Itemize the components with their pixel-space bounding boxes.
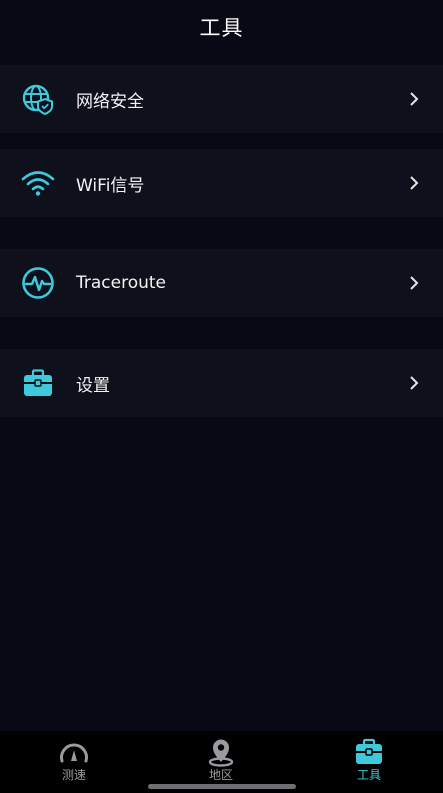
globe-shield-icon xyxy=(20,81,56,117)
tab-tools[interactable]: 工具 xyxy=(329,737,409,783)
tab-speed-test-label: 测速 xyxy=(61,768,86,782)
toolbox-icon xyxy=(20,365,56,401)
tab-tools-label: 工具 xyxy=(356,768,381,782)
pulse-icon xyxy=(20,265,56,301)
wifi-signal-row[interactable]: WiFi信号 xyxy=(0,149,443,217)
chevron-right-icon xyxy=(407,176,421,190)
location-pin-icon xyxy=(208,739,234,767)
network-security-row[interactable]: 网络安全 xyxy=(0,65,443,133)
chevron-right-icon xyxy=(407,276,421,290)
tools-screen: 工具 网络安全 WiFi信号 Traceroute 设置 测速 地区 工具 xyxy=(0,0,443,793)
traceroute-row[interactable]: Traceroute xyxy=(0,249,443,317)
traceroute-label: Traceroute xyxy=(76,273,167,293)
settings-row[interactable]: 设置 xyxy=(0,349,443,417)
wifi-signal-label: WiFi信号 xyxy=(76,175,145,196)
network-security-label: 网络安全 xyxy=(76,91,144,112)
tab-bar: 测速 地区 工具 xyxy=(0,731,443,793)
tab-region-label: 地区 xyxy=(208,768,233,782)
settings-label: 设置 xyxy=(76,375,110,396)
wifi-icon xyxy=(20,165,56,201)
chevron-right-icon xyxy=(407,376,421,390)
toolbox-icon xyxy=(356,738,382,764)
chevron-right-icon xyxy=(407,92,421,106)
page-title: 工具 xyxy=(199,16,244,40)
tab-speed-test[interactable]: 测速 xyxy=(34,737,114,783)
home-indicator xyxy=(148,784,296,789)
speedometer-icon xyxy=(60,743,88,763)
tab-region[interactable]: 地区 xyxy=(181,737,261,783)
